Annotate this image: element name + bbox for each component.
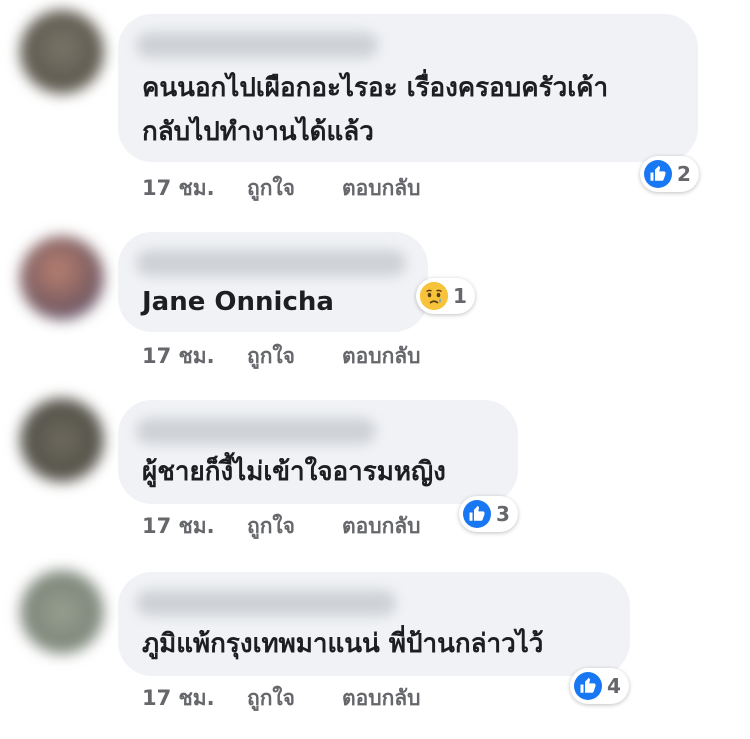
reply-link[interactable]: ตอบกลับ [342, 172, 421, 205]
commenter-name-blurred[interactable] [136, 250, 406, 276]
reaction-count: 3 [496, 502, 510, 526]
like-icon [574, 672, 602, 700]
sad-face-icon [420, 282, 448, 310]
reply-link[interactable]: ตอบกลับ [342, 682, 421, 715]
commenter-name-blurred[interactable] [136, 32, 378, 58]
reply-link[interactable]: ตอบกลับ [342, 340, 421, 373]
comment-bubble: คนนอกไปเผือกอะไรอะ เรื่องครอบครัวเค้า กล… [118, 14, 698, 162]
avatar[interactable] [20, 570, 104, 654]
comment-bubble: ภูมิแพ้กรุงเทพมาแนน่ พี่ป้านกล่าวไว้ [118, 572, 630, 676]
reaction-badge[interactable]: 4 [570, 668, 629, 704]
reaction-count: 2 [677, 162, 691, 186]
comment-timestamp[interactable]: 17 ชม. [142, 510, 215, 543]
like-link[interactable]: ถูกใจ [247, 340, 295, 373]
reaction-badge[interactable]: 1 [416, 278, 475, 314]
comment-text-line: Jane Onnicha [142, 287, 334, 317]
like-icon [463, 500, 491, 528]
avatar[interactable] [20, 10, 104, 94]
comment-timestamp[interactable]: 17 ชม. [142, 340, 215, 373]
reply-link[interactable]: ตอบกลับ [342, 510, 421, 543]
comment-text-line: กลับไปทำงานได้แล้ว [142, 117, 374, 147]
like-link[interactable]: ถูกใจ [247, 172, 295, 205]
avatar[interactable] [20, 236, 104, 320]
comment-thread: คนนอกไปเผือกอะไรอะ เรื่องครอบครัวเค้า กล… [0, 0, 750, 739]
reaction-count: 1 [453, 284, 467, 308]
like-link[interactable]: ถูกใจ [247, 682, 295, 715]
comment-text-line: ภูมิแพ้กรุงเทพมาแนน่ พี่ป้านกล่าวไว้ [142, 629, 544, 659]
comment-bubble: ผู้ชายก็งี้ไม่เข้าใจอารมหญิง [118, 400, 518, 504]
reaction-badge[interactable]: 2 [640, 156, 699, 192]
reaction-count: 4 [607, 674, 621, 698]
comment-timestamp[interactable]: 17 ชม. [142, 172, 215, 205]
like-link[interactable]: ถูกใจ [247, 510, 295, 543]
comment-bubble: Jane Onnicha [118, 232, 428, 332]
comment-timestamp[interactable]: 17 ชม. [142, 682, 215, 715]
avatar[interactable] [20, 398, 104, 482]
comment-text-line: คนนอกไปเผือกอะไรอะ เรื่องครอบครัวเค้า [142, 73, 609, 103]
like-icon [644, 160, 672, 188]
commenter-name-blurred[interactable] [136, 418, 376, 444]
comment-text-line: ผู้ชายก็งี้ไม่เข้าใจอารมหญิง [142, 457, 446, 487]
commenter-name-blurred[interactable] [136, 590, 396, 616]
reaction-badge[interactable]: 3 [459, 496, 518, 532]
